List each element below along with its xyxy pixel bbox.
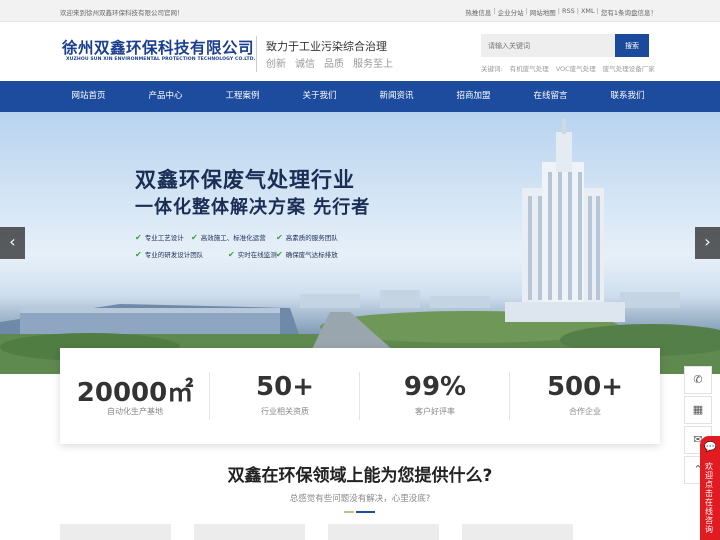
stat-item: 20000㎡ 自动化生产基地	[60, 348, 210, 444]
banner-headline: 双鑫环保废气处理行业	[135, 168, 355, 192]
hot-keywords: 关键词: 有机废气处理 VOC废气处理 废气处理设备厂家	[481, 63, 655, 73]
banner-feature: ✔ 实时在线监测	[228, 249, 277, 260]
hot-keywords-label: 关键词:	[481, 65, 503, 73]
value-item: 创新	[266, 59, 286, 70]
nav-item-products[interactable]: 产品中心	[127, 81, 204, 112]
value-item: 诚信	[295, 59, 315, 70]
stat-number: 500+	[546, 372, 624, 402]
check-icon: ✔	[276, 232, 283, 242]
company-logo[interactable]: 徐州双鑫环保科技有限公司	[62, 36, 254, 58]
service-cards	[60, 524, 660, 540]
section-subtitle: 总感觉有些问题没有解决，心里没底?	[289, 494, 431, 504]
separator: |	[596, 7, 599, 15]
feature-text: 专业的研发设计团队	[144, 251, 204, 259]
online-chat-button[interactable]: 💬 欢迎点击在线咨询	[700, 436, 720, 540]
separator: |	[557, 7, 560, 15]
nav-item-message[interactable]: 在线留言	[512, 81, 589, 112]
stat-number: 50+	[256, 372, 314, 402]
banner-feature: ✔ 专业的研发设计团队	[135, 249, 204, 260]
welcome-text: 欢迎来到徐州双鑫环保科技有限公司官网！	[60, 9, 184, 17]
search-button[interactable]: 搜索	[615, 34, 649, 57]
service-card[interactable]	[60, 524, 171, 540]
stat-label: 自动化生产基地	[107, 407, 163, 416]
separator: |	[576, 7, 579, 15]
feature-text: 确保废气达标排放	[285, 251, 338, 259]
top-link-sitemap[interactable]: 网站地图	[530, 7, 556, 17]
check-icon: ✔	[135, 232, 142, 242]
hot-keyword-link[interactable]: 废气处理设备厂家	[603, 63, 655, 73]
stat-label: 客户好评率	[415, 407, 455, 416]
feature-text: 实时在线监测	[237, 251, 277, 259]
top-link-substation[interactable]: 企业分站	[498, 7, 524, 17]
slogan: 致力于工业污染综合治理	[266, 40, 387, 53]
service-card[interactable]	[194, 524, 305, 540]
nav-item-news[interactable]: 新闻资讯	[358, 81, 435, 112]
chat-label: 欢迎点击在线咨询	[705, 462, 713, 534]
header-divider	[256, 36, 257, 72]
nav-item-about[interactable]: 关于我们	[281, 81, 358, 112]
check-icon: ✔	[191, 232, 198, 242]
banner-illustration	[0, 118, 720, 374]
banner-feature: ✔ 高效施工、标准化运营	[191, 232, 266, 243]
stat-item: 500+ 合作企业	[510, 348, 660, 444]
value-item: 品质	[324, 59, 344, 70]
separator: |	[493, 7, 496, 15]
stats-panel: 20000㎡ 自动化生产基地 50+ 行业相关资质 99% 客户好评率 500+…	[60, 348, 660, 444]
top-bar: 欢迎来到徐州双鑫环保科技有限公司官网！ 热推信息 | 企业分站 | 网站地图 | RS…	[0, 0, 720, 22]
hot-keyword-link[interactable]: VOC废气处理	[556, 63, 596, 73]
nav-item-home[interactable]: 网站首页	[50, 81, 127, 112]
separator: |	[525, 7, 528, 15]
banner-next-arrow[interactable]: ›	[695, 227, 720, 259]
header: 徐州双鑫环保科技有限公司 XUZHOU SUN XIN ENVIRONMENTA…	[0, 22, 720, 81]
search-box: 搜索	[481, 34, 649, 57]
check-icon: ✔	[135, 249, 142, 259]
stat-item: 99% 客户好评率	[360, 348, 510, 444]
feature-text: 高素质的服务团队	[285, 234, 338, 242]
banner-feature: ✔ 确保废气达标排放	[276, 249, 338, 260]
nav-item-contact[interactable]: 联系我们	[589, 81, 666, 112]
service-card[interactable]	[328, 524, 439, 540]
nav-item-cases[interactable]: 工程案例	[204, 81, 281, 112]
stat-number: 20000㎡	[76, 378, 194, 408]
qr-code-icon[interactable]: ▦	[684, 396, 712, 424]
banner-feature: ✔ 高素质的服务团队	[276, 232, 338, 243]
section-divider-accent	[344, 511, 354, 513]
stat-number: 99%	[403, 372, 467, 402]
service-card[interactable]	[462, 524, 573, 540]
phone-icon[interactable]: ✆	[684, 366, 712, 394]
feature-text: 专业工艺设计	[144, 234, 184, 242]
value-item: 服务至上	[353, 59, 393, 70]
search-input[interactable]	[481, 34, 615, 57]
chat-bubble-icon: 💬	[704, 442, 717, 453]
feature-text: 高效施工、标准化运营	[200, 234, 266, 242]
top-link-xml[interactable]: XML	[581, 7, 595, 17]
top-link-inquiry[interactable]: 您有1条询盘信息！	[601, 7, 657, 17]
company-name-en: XUZHOU SUN XIN ENVIRONMENTAL PROTECTION …	[66, 57, 256, 62]
check-icon: ✔	[276, 249, 283, 259]
stat-label: 合作企业	[569, 407, 601, 416]
main-nav: 网站首页 产品中心 工程案例 关于我们 新闻资讯 招商加盟 在线留言 联系我们	[0, 81, 720, 112]
section-divider	[356, 511, 375, 513]
company-values: 创新 诚信 品质 服务至上	[266, 55, 393, 70]
stat-label: 行业相关资质	[261, 407, 309, 416]
top-link-rss[interactable]: RSS	[562, 7, 575, 17]
stat-item: 50+ 行业相关资质	[210, 348, 360, 444]
check-icon: ✔	[228, 249, 235, 259]
banner-subheadline: 一体化整体解决方案 先行者	[135, 197, 371, 218]
banner-feature: ✔ 专业工艺设计	[135, 232, 184, 243]
section-title: 双鑫在环保领域上能为您提供什么?	[227, 466, 493, 486]
banner-prev-arrow[interactable]: ‹	[0, 227, 25, 259]
hero-banner: 双鑫环保废气处理行业 一体化整体解决方案 先行者 ✔ 专业工艺设计 ✔ 高效施工、标…	[0, 112, 720, 374]
top-links: 热推信息 | 企业分站 | 网站地图 | RSS | XML | 您有1条询盘信息！	[465, 7, 657, 17]
top-link-hot[interactable]: 热推信息	[465, 7, 491, 17]
hot-keyword-link[interactable]: 有机废气处理	[510, 63, 549, 73]
nav-item-franchise[interactable]: 招商加盟	[435, 81, 512, 112]
